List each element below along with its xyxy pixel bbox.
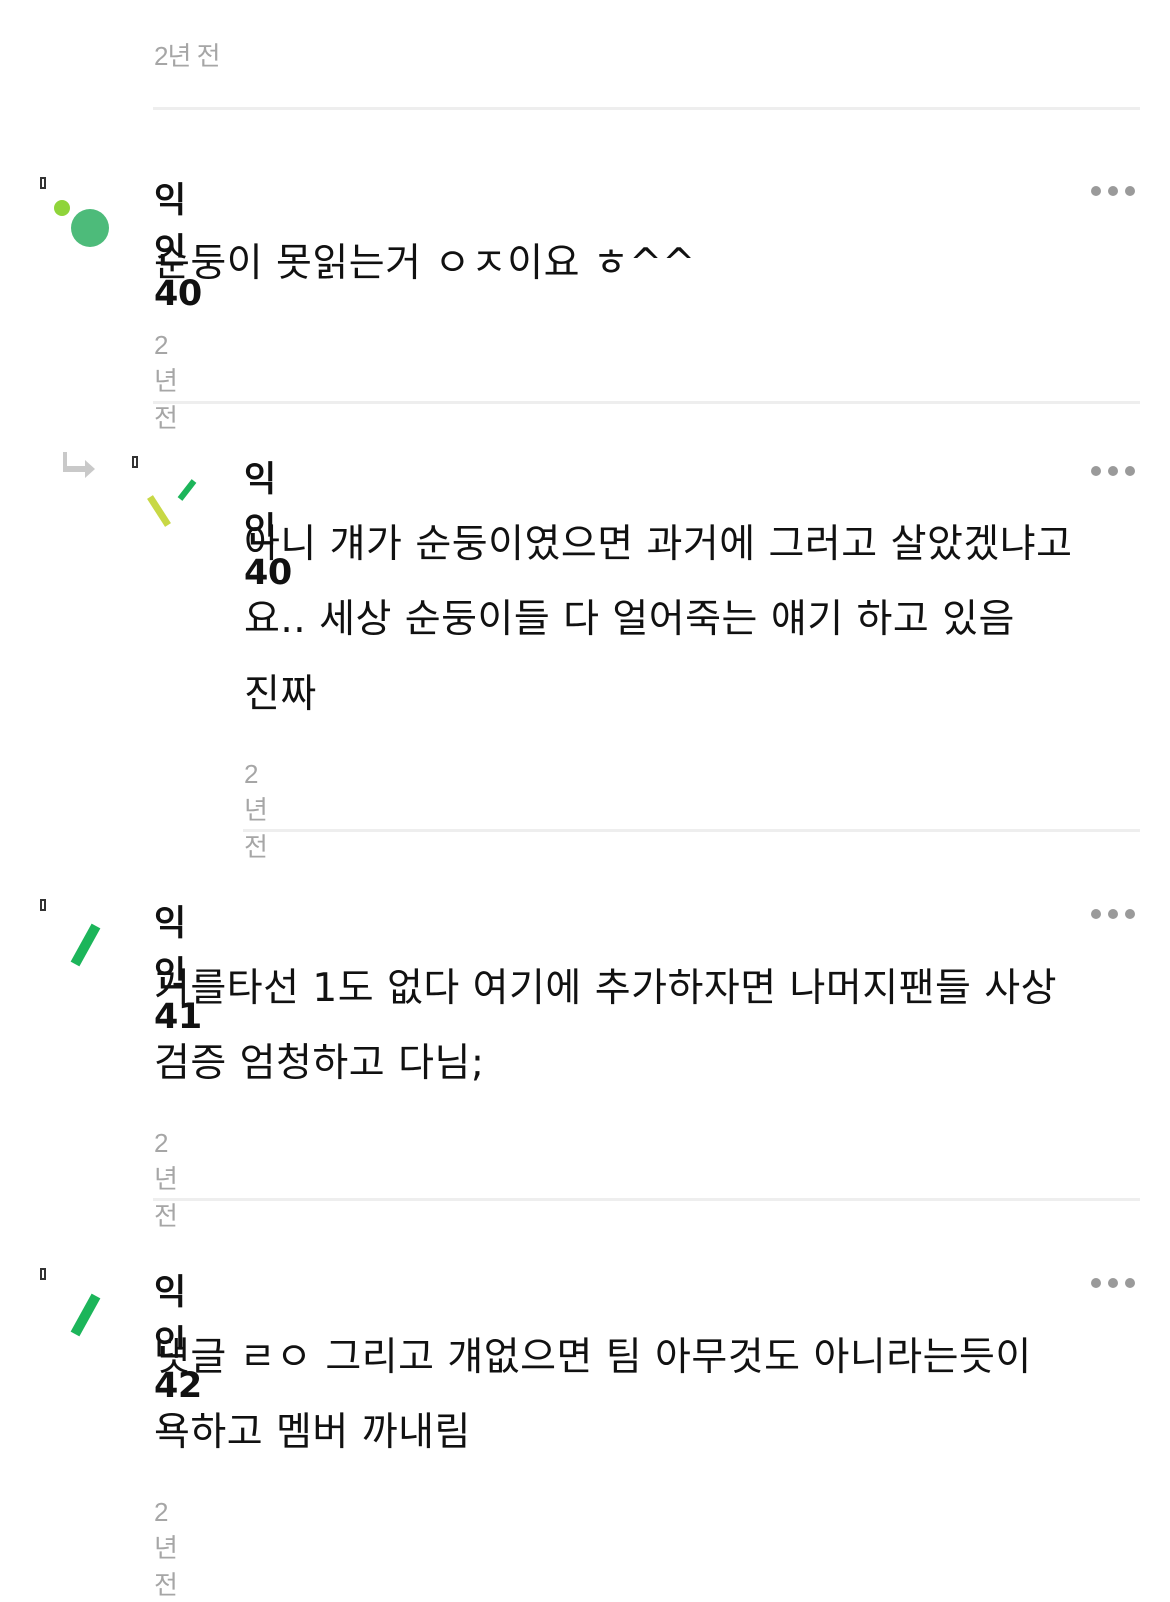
comment-text: 아니 걔가 순둥이였으면 과거에 그러고 살았겠냐고 요.. 세상 순둥이들 다… xyxy=(244,507,1154,732)
comment-text-line: 검증 엄청하고 다님; xyxy=(154,1041,485,1086)
broken-image-icon xyxy=(40,1268,46,1280)
comment-text-line: 아니 걔가 순둥이였으면 과거에 그러고 살았겠냐고 xyxy=(244,522,1073,567)
comment-text-line: 요.. 세상 순둥이들 다 얼어죽는 얘기 하고 있음 xyxy=(244,597,1015,642)
comment-timestamp: 2년 전 xyxy=(154,1497,178,1600)
more-dot xyxy=(1125,1278,1135,1288)
avatar[interactable] xyxy=(62,1290,108,1340)
comment-timestamp: 2년 전 xyxy=(154,41,221,71)
more-options-button[interactable] xyxy=(1091,1278,1135,1288)
comment-divider xyxy=(153,1198,1140,1201)
broken-image-icon xyxy=(40,899,46,911)
more-dot xyxy=(1108,466,1118,476)
more-dot xyxy=(1108,1278,1118,1288)
comment-text-line: 댓글 ㄹㅇ 그리고 걔없으면 팀 아무것도 아니라는듯이 xyxy=(154,1335,1032,1380)
more-dot xyxy=(1125,909,1135,919)
comment-text-line: 욕하고 멤버 까내림 xyxy=(154,1410,471,1455)
reply-arrow-icon xyxy=(63,452,95,478)
comment-divider xyxy=(153,107,1140,110)
more-options-button[interactable] xyxy=(1091,186,1135,196)
more-dots-icon xyxy=(1091,909,1101,919)
more-options-button[interactable] xyxy=(1091,466,1135,476)
more-dot xyxy=(1108,909,1118,919)
comment-timestamp: 2년 전 xyxy=(244,759,268,862)
comment-text: 댓글 ㄹㅇ 그리고 걔없으면 팀 아무것도 아니라는듯이 욕하고 멤버 까내림 xyxy=(154,1320,1154,1470)
comment-text-line: 거를타선 1도 없다 여기에 추가하자면 나머지팬들 사상 xyxy=(154,966,1058,1011)
comment-text: 거를타선 1도 없다 여기에 추가하자면 나머지팬들 사상 검증 엄청하고 다님… xyxy=(154,951,1154,1101)
comment-timestamp: 2년 전 xyxy=(154,330,178,433)
more-dot xyxy=(1108,186,1118,196)
comment-timestamp: 2년 전 xyxy=(154,1128,178,1231)
avatar[interactable] xyxy=(140,475,200,535)
more-dot xyxy=(1125,466,1135,476)
comment-text: 순둥이 못읽는거 ㅇㅈ이요 ㅎ^^ xyxy=(154,241,696,286)
broken-image-icon xyxy=(40,177,46,189)
avatar[interactable] xyxy=(62,920,108,970)
comment-text-line: 진짜 xyxy=(244,672,317,717)
more-dots-icon xyxy=(1091,466,1101,476)
more-options-button[interactable] xyxy=(1091,909,1135,919)
comment-divider xyxy=(243,829,1140,832)
more-dots-icon xyxy=(1091,186,1101,196)
comment-divider xyxy=(153,401,1140,404)
avatar[interactable] xyxy=(50,195,120,255)
more-dots-icon xyxy=(1091,1278,1101,1288)
broken-image-icon xyxy=(132,456,138,468)
more-dot xyxy=(1125,186,1135,196)
